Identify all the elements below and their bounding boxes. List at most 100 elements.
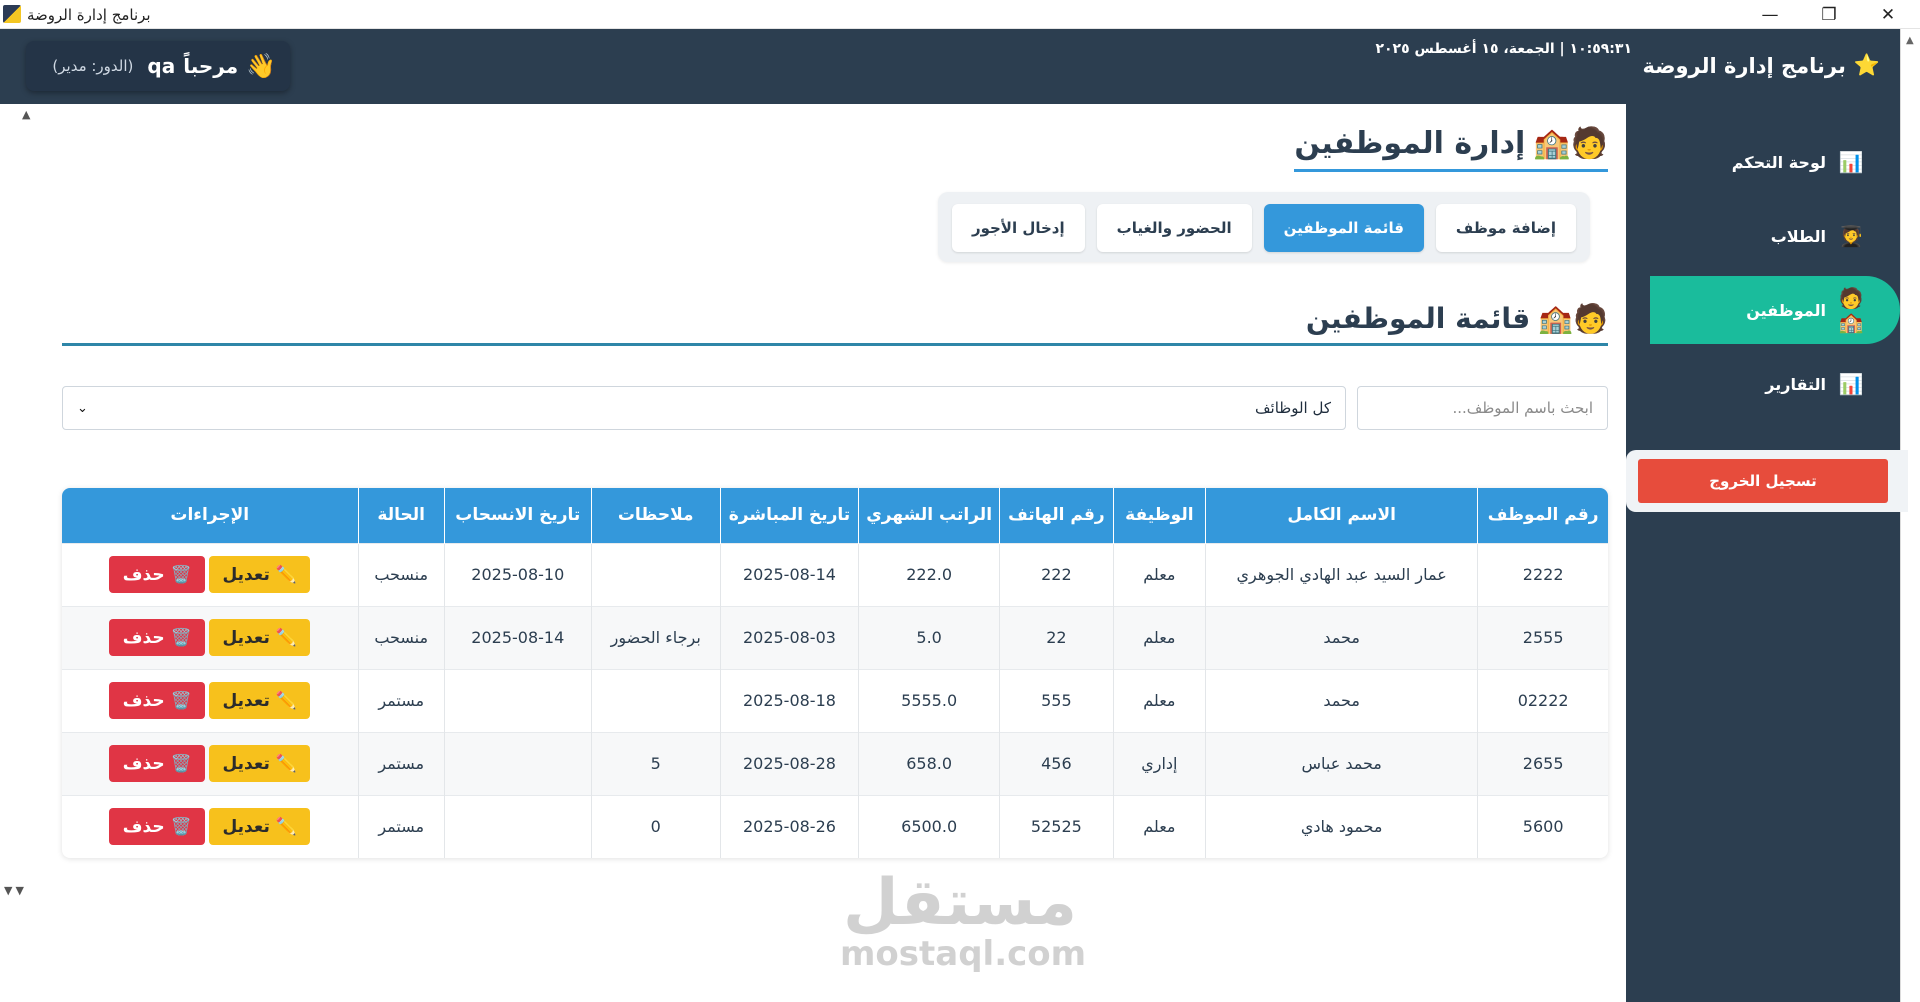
cell-full-name: محمد عباس <box>1205 731 1478 795</box>
delete-button[interactable]: 🗑️ حذف <box>109 682 206 719</box>
cell-actions: ✏️ تعديل 🗑️ حذف <box>62 542 358 606</box>
trash-icon: 🗑️ <box>170 627 192 648</box>
cell-phone: 22 <box>999 605 1114 669</box>
column-header[interactable]: ملاحظات <box>590 488 721 543</box>
trash-icon: 🗑️ <box>170 816 192 837</box>
edit-button[interactable]: ✏️ تعديل <box>209 556 311 593</box>
minimize-button[interactable]: — <box>1742 0 1798 29</box>
column-header[interactable]: الحالة <box>357 488 445 543</box>
sidebar-item-dashboard[interactable]: 📊 لوحة التحكم <box>1650 128 1900 196</box>
cell-start-date: 2025-08-28 <box>719 731 859 795</box>
window-title: برنامج إدارة الروضة <box>27 6 151 24</box>
main-content: 🧑🏫 إدارة الموظفين إضافة موظف قائمة الموظ… <box>62 104 1608 1002</box>
column-header[interactable]: الراتب الشهري <box>858 488 1000 543</box>
cell-actions: ✏️ تعديل 🗑️ حذف <box>62 731 358 795</box>
scroll-down-icon[interactable]: ▼▼ <box>4 884 27 897</box>
waving-hand-icon: 👋 <box>246 52 276 80</box>
employees-table: رقم الموظف الاسم الكامل الوظيفة رقم الها… <box>62 488 1608 858</box>
sidebar-item-label: الموظفين <box>1746 300 1826 320</box>
column-header[interactable]: الوظيفة <box>1112 488 1206 543</box>
cell-employee-id: 2555 <box>1477 605 1608 669</box>
app-name: ⭐ برنامج إدارة الروضة <box>1642 53 1880 78</box>
edit-button[interactable]: ✏️ تعديل <box>209 682 311 719</box>
cell-status: منسحب <box>357 542 445 606</box>
cell-status: مستمر <box>357 794 445 858</box>
table-row[interactable]: 2655 محمد عباس إداري 456 658.0 2025-08-2… <box>62 731 1608 795</box>
edit-label: تعديل <box>222 690 270 711</box>
close-button[interactable]: ✕ <box>1860 0 1916 29</box>
restore-button[interactable]: ❐ <box>1801 0 1857 29</box>
filter-value: كل الوظائف <box>1255 399 1331 417</box>
username: qa <box>147 54 176 78</box>
sidebar-item-reports[interactable]: 📊 التقارير <box>1650 350 1900 418</box>
cell-notes: 0 <box>590 794 721 858</box>
column-header[interactable]: رقم الموظف <box>1477 488 1608 543</box>
scroll-up-icon[interactable]: ▲ <box>22 108 30 121</box>
cell-employee-id: 2655 <box>1477 731 1608 795</box>
column-header[interactable]: رقم الهاتف <box>999 488 1114 543</box>
edit-label: تعديل <box>222 753 270 774</box>
sidebar: 📊 لوحة التحكم 🧑‍🎓 الطلاب 🧑🏫 الموظفين 📊 ا… <box>1626 104 1908 1002</box>
user-role: (الدور: مدير) <box>52 57 134 75</box>
cell-phone: 456 <box>999 731 1114 795</box>
table-row[interactable]: 5600 محمود هادي معلم 52525 6500.0 2025-0… <box>62 794 1608 858</box>
cell-full-name: محمود هادي <box>1205 794 1478 858</box>
cell-phone: 222 <box>999 542 1114 606</box>
sidebar-item-students[interactable]: 🧑‍🎓 الطلاب <box>1650 202 1900 270</box>
delete-button[interactable]: 🗑️ حذف <box>109 745 206 782</box>
edit-button[interactable]: ✏️ تعديل <box>209 619 311 656</box>
column-header[interactable]: الاسم الكامل <box>1205 488 1478 543</box>
delete-button[interactable]: 🗑️ حذف <box>109 556 206 593</box>
pencil-icon: ✏️ <box>275 690 298 711</box>
sidebar-item-label: لوحة التحكم <box>1731 152 1826 172</box>
cell-full-name: عمار السيد عبد الهادي الجوهري <box>1205 542 1478 606</box>
table-row[interactable]: 02222 محمد معلم 555 5555.0 2025-08-18 مس… <box>62 668 1608 732</box>
cell-start-date: 2025-08-18 <box>719 668 859 732</box>
cell-actions: ✏️ تعديل 🗑️ حذف <box>62 794 358 858</box>
teacher-icon: 🧑🏫 <box>1533 126 1608 161</box>
cell-salary: 222.0 <box>858 542 1000 606</box>
job-filter-select[interactable]: كل الوظائف ⌄ <box>62 386 1346 430</box>
pencil-icon: ✏️ <box>275 564 298 585</box>
column-header[interactable]: تاريخ المباشرة <box>719 488 859 543</box>
cell-job: إداري <box>1112 731 1206 795</box>
tab-bar: إضافة موظف قائمة الموظفين الحضور والغياب… <box>937 192 1590 262</box>
delete-label: حذف <box>122 753 165 774</box>
edit-button[interactable]: ✏️ تعديل <box>209 745 311 782</box>
delete-button[interactable]: 🗑️ حذف <box>109 619 206 656</box>
cell-actions: ✏️ تعديل 🗑️ حذف <box>62 605 358 669</box>
cell-notes <box>590 668 721 732</box>
scroll-up-arrow-icon[interactable]: ▲ <box>1906 35 1914 46</box>
datetime-display: ١٠:٥٩:٣١ | الجمعة، ١٥ أغسطس ٢٠٢٥ <box>1375 41 1632 57</box>
column-header[interactable]: تاريخ الانسحاب <box>443 488 592 543</box>
cell-job: معلم <box>1112 542 1206 606</box>
edit-label: تعديل <box>222 627 270 648</box>
star-icon: ⭐ <box>1853 53 1880 77</box>
tab-wages[interactable]: إدخال الأجور <box>951 204 1085 252</box>
tab-attendance[interactable]: الحضور والغياب <box>1096 204 1252 252</box>
cell-start-date: 2025-08-26 <box>719 794 859 858</box>
table-row[interactable]: 2555 محمد معلم 22 5.0 2025-08-03 برجاء ا… <box>62 605 1608 669</box>
top-header: 👋 مرحباً qa (الدور: مدير) ١٠:٥٩:٣١ | الج… <box>0 29 1900 104</box>
search-input[interactable] <box>1357 386 1608 430</box>
page-title: 🧑🏫 إدارة الموظفين <box>1294 126 1608 172</box>
app-name-label: برنامج إدارة الروضة <box>1642 53 1846 78</box>
app-window-icon <box>3 5 21 23</box>
cell-job: معلم <box>1112 794 1206 858</box>
sidebar-item-employees[interactable]: 🧑🏫 الموظفين <box>1650 276 1900 344</box>
tab-add-employee[interactable]: إضافة موظف <box>1435 204 1576 252</box>
delete-button[interactable]: 🗑️ حذف <box>109 808 206 846</box>
window-scrollbar[interactable]: ▲ <box>1900 29 1920 1002</box>
cell-salary: 5555.0 <box>858 668 1000 732</box>
cell-employee-id: 2222 <box>1477 542 1608 606</box>
logout-button[interactable]: تسجيل الخروج <box>1638 459 1888 503</box>
column-header: الإجراءات <box>62 488 358 543</box>
table-row[interactable]: 2222 عمار السيد عبد الهادي الجوهري معلم … <box>62 542 1608 606</box>
edit-button[interactable]: ✏️ تعديل <box>209 808 311 846</box>
cell-withdraw-date: 2025-08-14 <box>443 605 592 669</box>
chart-icon: 📊 <box>1838 150 1864 174</box>
cell-full-name: محمد <box>1205 668 1478 732</box>
teacher-icon: 🧑🏫 <box>1838 286 1864 334</box>
cell-phone: 52525 <box>999 794 1114 858</box>
tab-employee-list[interactable]: قائمة الموظفين <box>1263 204 1424 252</box>
